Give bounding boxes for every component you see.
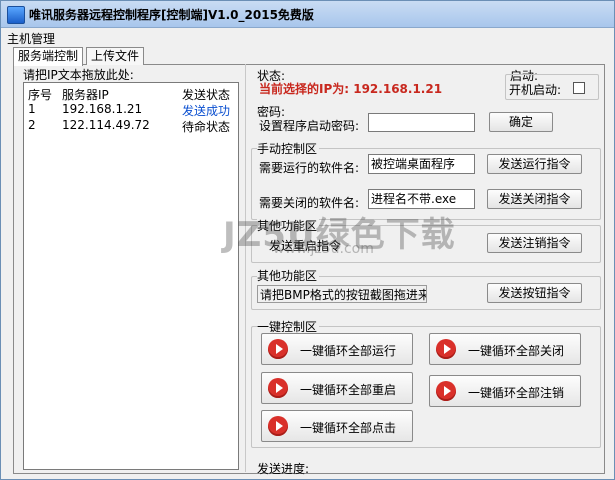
close-software-input[interactable]: 进程名不带.exe [368,189,475,209]
tab-upload-file[interactable]: 上传文件 [86,47,145,65]
onekey-logout-all-label: 一键循环全部注销 [468,386,565,400]
confirm-button[interactable]: 确定 [489,112,553,132]
panel-divider [245,64,246,472]
onekey-close-all-label: 一键循环全部关闭 [468,344,565,358]
set-password-label: 设置程序启动密码: [259,119,360,133]
menu-bar: 主机管理 [1,28,614,46]
app-icon [7,6,25,24]
password-input[interactable] [368,113,475,132]
send-button-command[interactable]: 发送按钮指令 [487,283,582,303]
row-ip: 192.168.1.21 [62,102,143,116]
send-close-button[interactable]: 发送关闭指令 [487,189,582,209]
autostart-label: 开机启动: [509,83,562,97]
other-function-title-2: 其他功能区 [257,267,320,284]
send-logout-button[interactable]: 发送注销指令 [487,233,582,253]
drop-hint: 请把IP文本拖放此处: [23,68,134,82]
row-status: 待命状态 [182,120,231,134]
progress-label: 发送进度: [257,462,310,476]
column-header-ip[interactable]: 服务器IP [62,86,109,103]
play-icon [268,416,288,436]
row-index: 2 [28,118,36,132]
onekey-click-all-label: 一键循环全部点击 [300,421,397,435]
onekey-run-all-label: 一键循环全部运行 [300,344,397,358]
play-icon [436,339,456,359]
send-run-button[interactable]: 发送运行指令 [487,154,582,174]
onekey-close-all-button[interactable]: 一键循环全部关闭 [429,333,581,365]
app-window: 唯讯服务器远程控制程序[控制端]V1.0_2015免费版 主机管理 服务端控制 … [0,0,615,480]
bmp-drop-area[interactable]: 请把BMP格式的按钮截图拖进来 [257,285,427,303]
tab-server-control[interactable]: 服务端控制 [13,47,84,66]
onekey-logout-all-button[interactable]: 一键循环全部注销 [429,375,581,407]
manual-title: 手动控制区 [257,140,320,157]
row-ip: 122.114.49.72 [62,118,150,132]
table-row[interactable]: 1 192.168.1.21 发送成功 [24,102,238,118]
column-header-status[interactable]: 发送状态 [182,86,230,103]
run-software-input[interactable]: 被控端桌面程序 [368,154,475,174]
run-software-label: 需要运行的软件名: [259,161,360,175]
column-header-index[interactable]: 序号 [28,86,52,103]
watermark-url: www.jz5u.com [273,241,374,257]
current-ip-status: 当前选择的IP为: 192.168.1.21 [259,82,443,96]
onekey-restart-all-label: 一键循环全部重启 [300,383,397,397]
onekey-restart-all-button[interactable]: 一键循环全部重启 [261,372,413,404]
table-row[interactable]: 2 122.114.49.72 待命状态 [24,118,238,134]
autostart-checkbox[interactable] [573,82,585,94]
onekey-run-all-button[interactable]: 一键循环全部运行 [261,333,413,365]
menu-host-management[interactable]: 主机管理 [7,30,55,47]
window-title: 唯讯服务器远程控制程序[控制端]V1.0_2015免费版 [29,8,314,22]
row-status: 发送成功 [182,104,231,118]
onekey-click-all-button[interactable]: 一键循环全部点击 [261,410,413,442]
server-list[interactable]: 序号 服务器IP 发送状态 1 192.168.1.21 发送成功 2 122.… [23,82,239,470]
play-icon [268,339,288,359]
row-index: 1 [28,102,36,116]
play-icon [268,378,288,398]
title-bar: 唯讯服务器远程控制程序[控制端]V1.0_2015免费版 [1,1,614,28]
play-icon [436,381,456,401]
